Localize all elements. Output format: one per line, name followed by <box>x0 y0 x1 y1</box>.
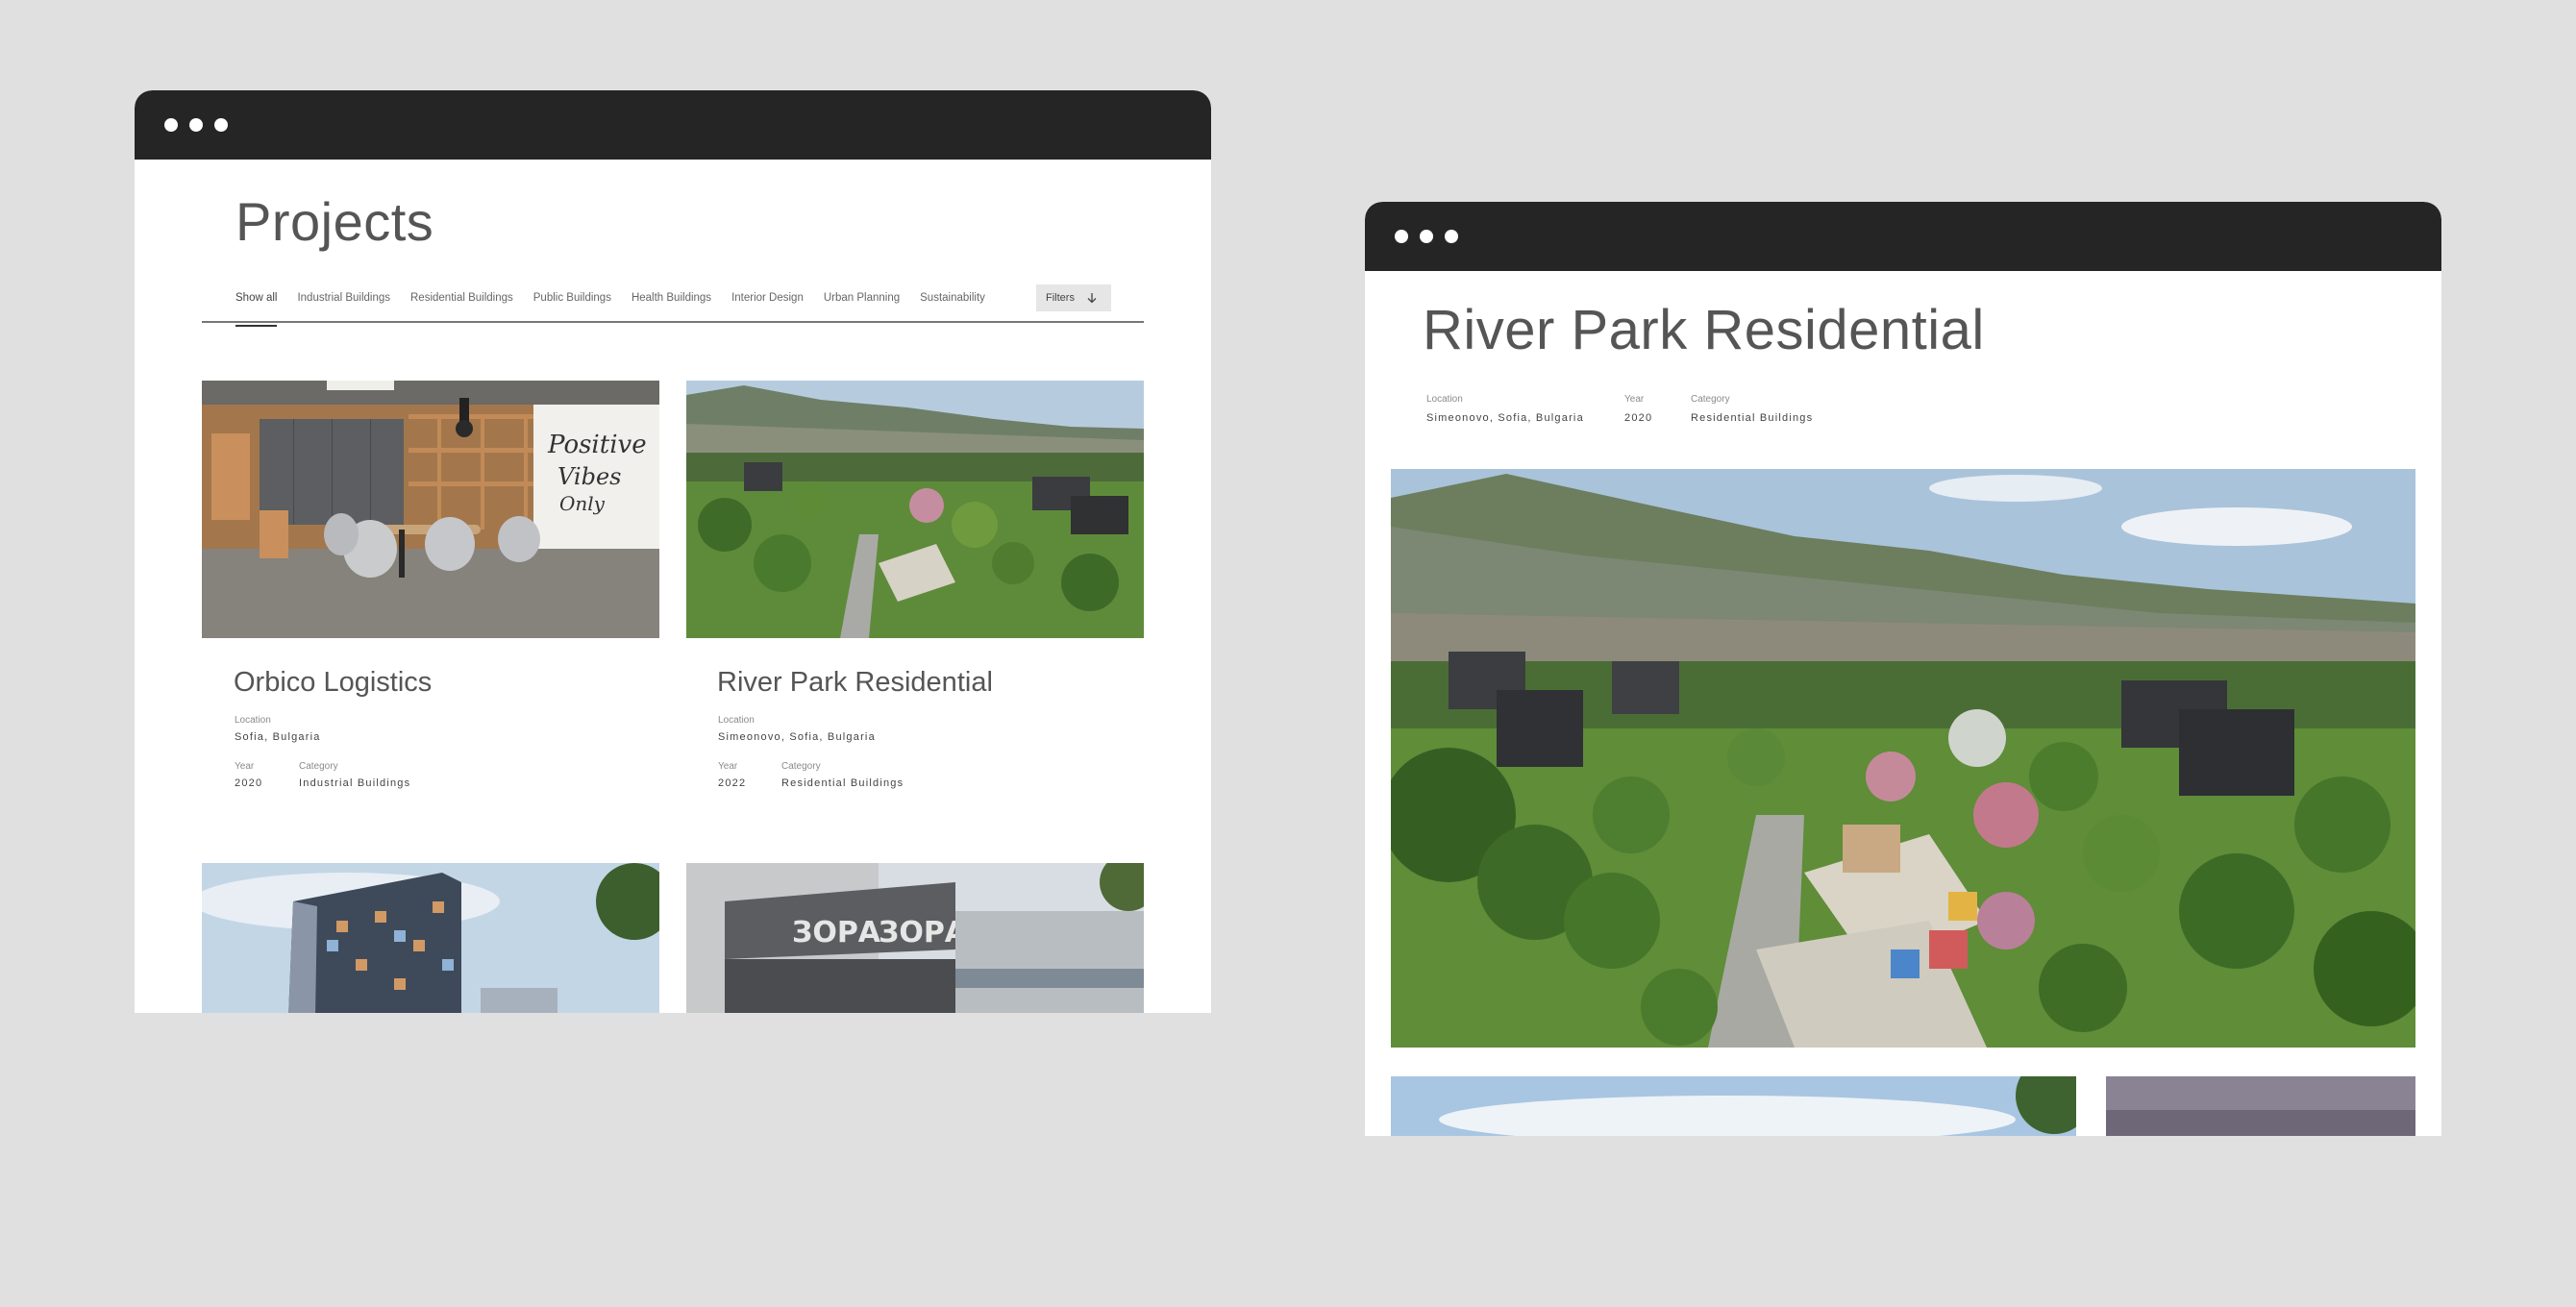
category-value: Residential Buildings <box>1691 412 1814 424</box>
tab-sustainability[interactable]: Sustainability <box>920 292 985 319</box>
tab-interior-design[interactable]: Interior Design <box>731 292 804 319</box>
card-category-label: Category <box>299 761 338 772</box>
svg-text:ЗОРА: ЗОРА <box>879 916 968 949</box>
svg-text:Only: Only <box>559 492 606 515</box>
window-dot-2 <box>1420 230 1433 243</box>
svg-text:Vibes: Vibes <box>557 463 621 490</box>
window-dot-3 <box>214 118 228 132</box>
project-detail-window: River Park Residential Location Simeonov… <box>1365 202 2441 1136</box>
window-titlebar <box>135 90 1211 160</box>
tab-show-all[interactable]: Show all <box>235 292 278 327</box>
card-category-value: Residential Buildings <box>781 777 904 789</box>
card-location-label: Location <box>235 715 271 726</box>
project-image-river-park-residential[interactable] <box>686 381 1144 638</box>
year-label: Year <box>1624 394 1645 405</box>
tab-residential-buildings[interactable]: Residential Buildings <box>410 292 513 319</box>
filters-label: Filters <box>1046 292 1075 304</box>
card-title-orbico-logistics[interactable]: Orbico Logistics <box>234 667 432 699</box>
location-label: Location <box>1426 394 1463 405</box>
project-title: River Park Residential <box>1423 299 1985 361</box>
window-dot-3 <box>1445 230 1458 243</box>
arrow-down-icon <box>1087 293 1097 304</box>
svg-text:Positive: Positive <box>547 431 647 459</box>
window-dot-1 <box>164 118 178 132</box>
card-year-value: 2022 <box>718 777 747 789</box>
card-location-label: Location <box>718 715 755 726</box>
card-year-label: Year <box>235 761 255 772</box>
gallery-image-1[interactable] <box>1391 1076 2076 1136</box>
project-image-orbico-logistics[interactable]: Positive Vibes Only <box>202 381 659 638</box>
card-location-value: Sofia, Bulgaria <box>235 731 321 743</box>
card-category-label: Category <box>781 761 821 772</box>
category-filter-bar: Show all Industrial Buildings Residentia… <box>202 283 1144 327</box>
year-value: 2020 <box>1624 412 1653 424</box>
card-category-value: Industrial Buildings <box>299 777 411 789</box>
category-label: Category <box>1691 394 1730 405</box>
window-dot-2 <box>189 118 203 132</box>
filters-button[interactable]: Filters <box>1036 284 1111 311</box>
window-titlebar <box>1365 202 2441 271</box>
location-value: Simeonovo, Sofia, Bulgaria <box>1426 412 1584 424</box>
card-year-label: Year <box>718 761 738 772</box>
project-image-office-building[interactable] <box>202 863 659 1013</box>
tab-industrial-buildings[interactable]: Industrial Buildings <box>297 292 390 319</box>
tab-urban-planning[interactable]: Urban Planning <box>824 292 900 319</box>
card-location-value: Simeonovo, Sofia, Bulgaria <box>718 731 876 743</box>
window-dot-1 <box>1395 230 1408 243</box>
project-hero-image <box>1391 469 2415 1048</box>
card-title-river-park-residential[interactable]: River Park Residential <box>717 667 993 699</box>
projects-window: Projects Show all Industrial Buildings R… <box>135 90 1211 1013</box>
tab-public-buildings[interactable]: Public Buildings <box>533 292 611 319</box>
project-image-zora-building[interactable]: ЗОРА ЗОРА <box>686 863 1144 1013</box>
gallery-image-2[interactable] <box>2106 1076 2415 1136</box>
card-year-value: 2020 <box>235 777 263 789</box>
svg-text:ЗОРА: ЗОРА <box>792 916 881 949</box>
page-title: Projects <box>235 191 434 252</box>
tab-health-buildings[interactable]: Health Buildings <box>632 292 711 319</box>
